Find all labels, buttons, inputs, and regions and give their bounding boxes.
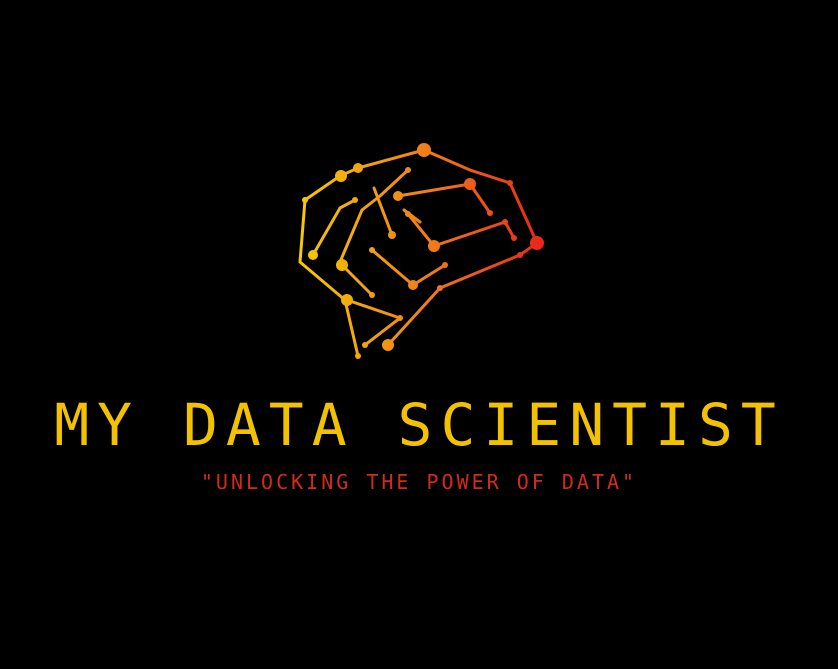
logo: MY DATA SCIENTIST "UNLOCKING THE POWER O… (0, 0, 838, 669)
brand-tagline: "UNLOCKING THE POWER OF DATA" (200, 470, 638, 494)
brand-title: MY DATA SCIENTIST (54, 391, 784, 459)
brain-network-icon (298, 143, 544, 359)
